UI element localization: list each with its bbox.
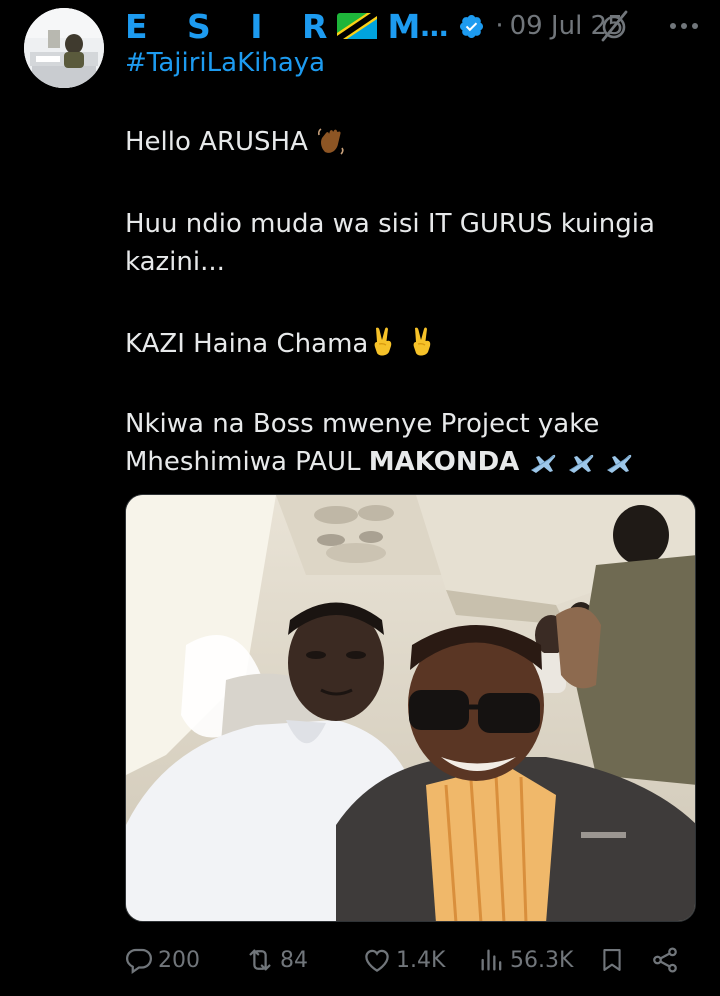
share-button[interactable] xyxy=(650,938,684,982)
more-options-icon[interactable] xyxy=(668,10,700,40)
boss-text-bold: MAKONDA xyxy=(368,447,520,477)
tweet-action-bar: 200 84 1.4K 56.3K xyxy=(0,938,720,982)
airplane-selfie-photo xyxy=(126,495,695,921)
victory-hand-icon xyxy=(413,327,430,356)
bookmark-button[interactable] xyxy=(598,938,630,982)
grok-icon[interactable] xyxy=(596,8,632,44)
gurus-text-line-2: kazini... xyxy=(125,247,225,277)
like-count: 1.4K xyxy=(396,947,446,973)
kazi-text: KAZI Haina Chama xyxy=(125,329,369,359)
hello-text: Hello ARUSHA xyxy=(125,127,308,157)
header-separator: · xyxy=(495,11,504,41)
tweet-text-line: Nkiwa na Boss mwenye Project yake xyxy=(125,406,705,442)
tweet-text-line: Huu ndio muda wa sisi IT GURUS kuingia xyxy=(125,206,705,242)
author-avatar[interactable] xyxy=(24,8,104,88)
reply-button[interactable]: 200 xyxy=(124,938,200,982)
boss-text-plain: Mheshimiwa PAUL xyxy=(125,447,369,477)
author-display-name-tail[interactable]: M xyxy=(387,7,420,46)
hashtag-link[interactable]: #TajiriLaKihaya xyxy=(125,48,325,78)
boss-text-line-1: Nkiwa na Boss mwenye Project yake xyxy=(125,409,600,439)
airplane-icon xyxy=(607,454,632,473)
repost-button[interactable]: 84 xyxy=(244,938,308,982)
waving-hand-icon xyxy=(318,128,344,155)
tweet-text-line: Mheshimiwa PAUL MAKONDA xyxy=(125,444,705,480)
verified-badge-icon xyxy=(460,14,484,38)
victory-hand-icon xyxy=(374,327,392,356)
views-chart-icon xyxy=(481,949,502,971)
tweet[interactable]: E S I R M … · 09 Jul 25 #TajiriLaKihaya … xyxy=(0,0,720,996)
tanzania-flag-icon xyxy=(337,13,378,39)
share-icon xyxy=(653,947,677,973)
bookmark-icon xyxy=(603,949,621,971)
author-display-name[interactable]: E S I R xyxy=(125,7,341,46)
name-ellipsis: … xyxy=(420,9,449,43)
reply-count: 200 xyxy=(158,947,200,973)
tweet-text-line: Hello ARUSHA xyxy=(125,124,705,160)
airplane-icon xyxy=(530,454,555,473)
like-button[interactable]: 1.4K xyxy=(362,938,445,982)
repost-count: 84 xyxy=(280,947,308,973)
tweet-text-line: KAZI Haina Chama xyxy=(125,326,705,362)
gurus-text-line-1: Huu ndio muda wa sisi IT GURUS kuingia xyxy=(125,209,655,239)
airplane-icon xyxy=(568,454,594,473)
tweet-header: E S I R M … · 09 Jul 25 xyxy=(125,6,624,46)
tweet-photo[interactable] xyxy=(125,494,696,922)
heart-icon xyxy=(365,949,389,972)
tweet-text-line: kazini... xyxy=(125,244,705,280)
reply-icon xyxy=(125,948,153,975)
repost-icon xyxy=(249,949,271,971)
views-button[interactable]: 56.3K xyxy=(478,938,573,982)
views-count: 56.3K xyxy=(510,947,574,973)
